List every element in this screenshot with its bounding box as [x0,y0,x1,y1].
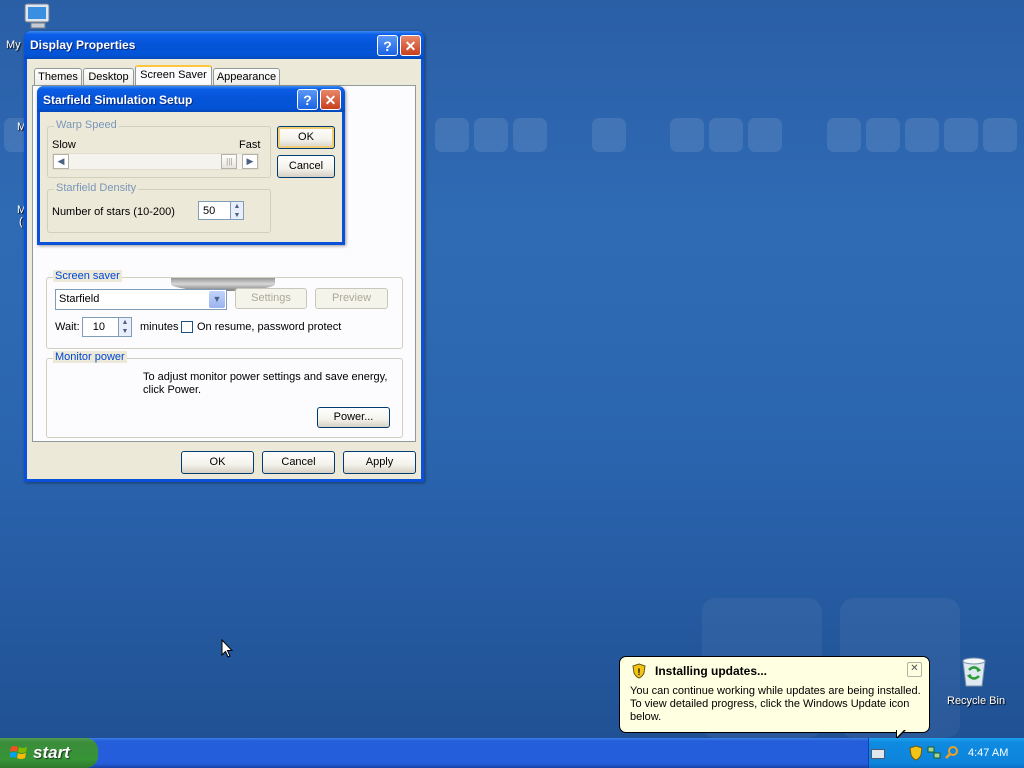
stars-input[interactable]: 50 [198,201,231,220]
password-checkbox[interactable] [181,321,193,333]
tab-appearance[interactable]: Appearance [213,68,280,86]
warp-speed-scrollbar[interactable]: ◀ ||| ▶ [52,153,259,170]
monitor-power-group-label: Monitor power [53,351,127,363]
windows-logo-icon [9,744,28,762]
tab-desktop[interactable]: Desktop [83,68,134,86]
recycle-bin-label[interactable]: Recycle Bin [947,695,1005,707]
system-tray: 4:47 AM [868,738,1024,768]
update-balloon[interactable]: ! Installing updates... ✕ You can contin… [619,656,930,733]
desktop-pattern-tile [670,118,704,152]
close-button[interactable]: ✕ [320,89,341,110]
warp-speed-label: Warp Speed [54,119,119,131]
screen-saver-select[interactable]: Starfield ▼ [55,289,227,310]
help-button[interactable]: ? [297,89,318,110]
balloon-pointer-fill [897,729,905,737]
balloon-close-icon[interactable]: ✕ [907,662,922,677]
network-icon[interactable] [927,746,941,763]
start-button[interactable]: start [0,738,98,768]
starfield-setup-dialog: Starfield Simulation Setup ? ✕ Warp Spee… [37,86,345,245]
mouse-cursor-icon [221,638,234,662]
my-computer-icon[interactable] [22,2,54,32]
recycle-bin-icon[interactable] [958,656,990,688]
warp-speed-thumb[interactable]: ||| [221,154,238,169]
desktop-pattern-tile [709,118,743,152]
desktop-pattern-tile [827,118,861,152]
stars-value: 50 [203,205,216,217]
windows-update-icon[interactable] [909,745,923,764]
slow-label: Slow [52,139,76,151]
starfield-body: Warp Speed Slow Fast ◀ ||| ▶ Starfield D… [40,112,342,242]
power-button[interactable]: Power... [317,407,390,428]
desktop-pattern-tile [944,118,978,152]
starfield-density-label: Starfield Density [54,182,139,194]
chevron-down-icon[interactable]: ▼ [209,291,225,308]
tab-screen-saver[interactable]: Screen Saver [135,65,212,86]
clock[interactable]: 4:47 AM [968,747,1008,759]
password-label[interactable]: On resume, password protect [197,321,341,333]
desktop-pattern-tile [474,118,508,152]
ok-button[interactable]: OK [277,126,335,149]
tab-themes[interactable]: Themes [34,68,82,86]
apply-button[interactable]: Apply [343,451,416,474]
my-computer-label[interactable]: My [6,39,21,51]
desktop-pattern-tile [866,118,900,152]
minutes-label: minutes [140,321,179,333]
stars-spinner[interactable]: ▲ ▼ [230,201,244,220]
chevron-left-icon[interactable]: ◀ [53,154,69,169]
screen-saver-group-label: Screen saver [53,270,122,282]
search-icon[interactable] [945,745,959,762]
warp-speed-group: Warp Speed [47,119,271,178]
desktop-pattern-tile [435,118,469,152]
desktop-pattern-tile [513,118,547,152]
wait-label: Wait: [55,321,80,333]
desktop-pattern-tile [592,118,626,152]
chevron-right-icon[interactable]: ▶ [242,154,258,169]
monitor-power-text: To adjust monitor power settings and sav… [143,371,388,396]
keyboard-icon[interactable] [871,749,885,759]
close-button[interactable]: ✕ [400,35,421,56]
window-title: Display Properties [30,38,136,52]
preview-button[interactable]: Preview [315,288,388,309]
cancel-button[interactable]: Cancel [277,155,335,178]
start-label: start [33,743,70,762]
fast-label: Fast [239,139,261,151]
shield-icon: ! [631,663,647,682]
desktop-pattern-tile [905,118,939,152]
desktop-pattern-tile [983,118,1017,152]
svg-text:!: ! [638,667,641,677]
settings-button[interactable]: Settings [235,288,307,309]
obscured-icon-label: ( [19,216,23,228]
balloon-text: You can continue working while updates a… [630,685,921,723]
cancel-button[interactable]: Cancel [262,451,335,474]
dialog-title: Starfield Simulation Setup [43,93,193,107]
balloon-title: Installing updates... [655,664,768,678]
screen-saver-value: Starfield [59,293,100,305]
desktop-pattern-tile [748,118,782,152]
display-properties-title-bar[interactable]: Display Properties [24,31,424,59]
wait-spinner[interactable]: ▲ ▼ [118,317,132,337]
wait-input[interactable]: 10 [82,317,122,337]
ok-button[interactable]: OK [181,451,254,474]
help-button[interactable]: ? [377,35,398,56]
wait-value: 10 [92,321,105,333]
stars-label: Number of stars (10-200) [52,206,175,218]
